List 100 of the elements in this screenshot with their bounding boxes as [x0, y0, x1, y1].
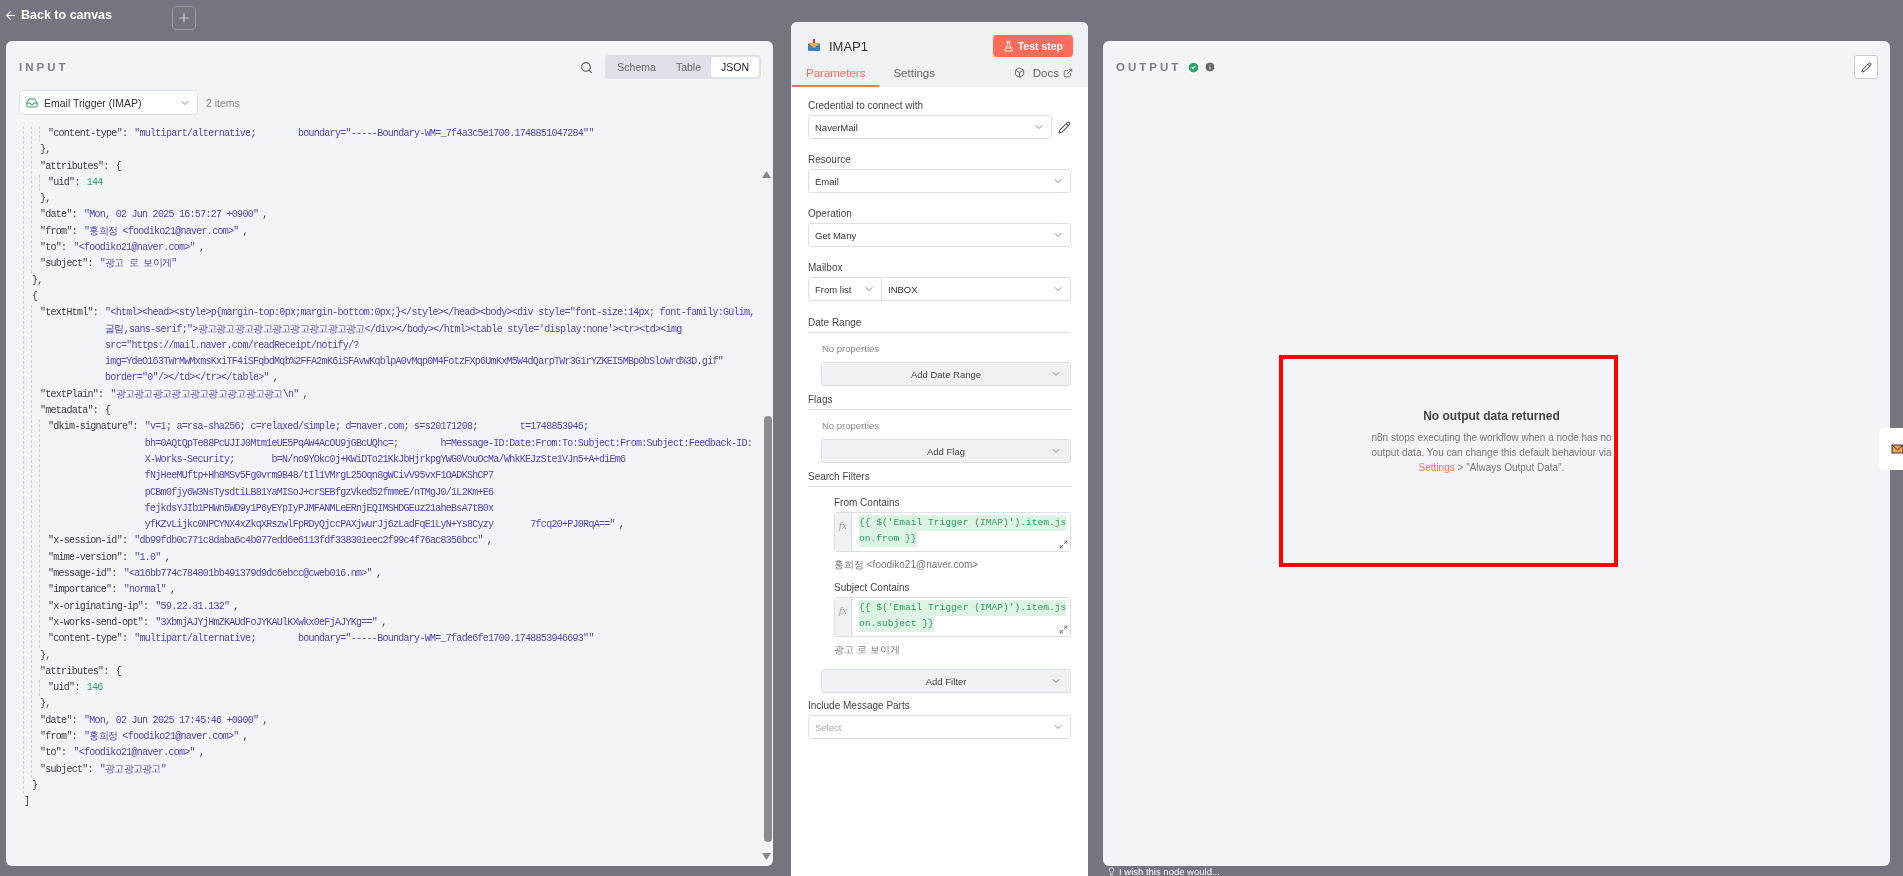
json-comma: ,: [198, 746, 205, 761]
pencil-icon: [1860, 61, 1872, 73]
json-value: "Mon, 02 Jun 2025 16:57:27 +0900": [83, 208, 259, 223]
section-label: Flags: [808, 394, 1071, 410]
view-tab[interactable]: JSON: [711, 57, 759, 77]
field-label: Subject Contains: [834, 582, 911, 593]
json-value: "59.22.31.132": [155, 599, 230, 614]
json-value: "홍희정 <foodiko21@naver.com>": [83, 730, 239, 744]
select-field[interactable]: From list: [808, 277, 882, 301]
json-value: "<html><head><style>p{margin-top:0px;margin-bottom:0px;}</style></head><body><div style="font-size:14px; font-family:Gulim,: [105, 306, 755, 321]
json-value: img=YdeO163TWrMwMxmsKxiTF4iSFqbdMqb%2FFA2mK6iSFAvwKqblpA0vMqp0M4FotzFXp6UmKxM5W4dQarpTWr3G1rYZKEI5MBp0bSloWrd%3D.gif": [105, 355, 723, 370]
json-key: "attributes":: [40, 663, 109, 681]
inbox-icon: [26, 96, 38, 109]
panel-title: INPUT: [19, 61, 69, 73]
select-field[interactable]: Email: [808, 169, 1071, 193]
panel-title: OUTPUT: [1116, 61, 1182, 73]
json-value: pCBm0fjy6W3NsTysdtiLB81YaMISoJ+crSEBfgzVked52fmmeE/nTMgJ0/1L2Km+E6: [144, 485, 494, 500]
expand-icon[interactable]: [1059, 540, 1068, 549]
json-bracket: },: [40, 697, 51, 712]
field-label: Mailbox: [808, 262, 844, 273]
source-select[interactable]: Email Trigger (IMAP): [19, 90, 198, 115]
cube-icon: [1013, 67, 1025, 78]
expression-text: on.from }}: [859, 531, 917, 547]
json-key: "to":: [40, 745, 67, 762]
json-value: "db99fdb0c771c8daba6c4b077edd6e6113fdf338301eec2f99c4f76ac8356bcc": [134, 534, 483, 549]
expression-field[interactable]: fx {{ $('Email Trigger (IMAP)').item.js on.from }}: [834, 512, 1071, 552]
json-bracket: },: [40, 143, 51, 158]
json-key: "textHtml":: [40, 305, 99, 387]
view-tab[interactable]: Table: [665, 57, 711, 77]
select-field[interactable]: Get Many: [808, 223, 1071, 247]
json-comma: ,: [169, 583, 176, 598]
add-button[interactable]: Add Flag: [821, 439, 1071, 463]
view-tab[interactable]: Schema: [607, 57, 666, 77]
json-comma: ,: [272, 371, 279, 386]
json-bracket: {: [115, 664, 121, 679]
json-key: "uid":: [48, 174, 80, 192]
scroll-up-icon[interactable]: [762, 171, 771, 178]
field-label: Include Message Parts: [808, 700, 911, 711]
empty-title: No output data returned: [1423, 408, 1560, 423]
json-key: "x-session-id":: [48, 533, 128, 550]
json-value: bh=0AQtQpTe88PcUJIJ0Mtm1eUE5PqAW4AcOU9jGBcUQhc=; h=Message-ID:Date:From:To:Subject:From:Subject:Feedback-ID:: [144, 436, 753, 451]
json-key: "uid":: [48, 680, 80, 697]
json-comma: ,: [262, 208, 268, 223]
info-icon: [1204, 61, 1217, 73]
json-key: "attributes":: [40, 158, 109, 175]
json-value: "광고 로 보이게": [99, 257, 177, 272]
feedback-hint[interactable]: I wish this node would...: [1119, 865, 1220, 876]
json-comma: ,: [486, 534, 493, 549]
json-bracket: },: [40, 648, 51, 663]
json-comma: ,: [302, 387, 308, 402]
json-comma: ,: [375, 567, 382, 581]
json-key: "dkim-signature":: [48, 419, 138, 534]
fx-label: fx: [835, 598, 852, 636]
preview-text: 광고 로 보이게: [834, 643, 901, 657]
json-value: "multipart/alternative; boundary="-----Boundary-WM=_7fade6fe1700.1748853946693"": [134, 632, 594, 647]
edit-icon[interactable]: [1058, 120, 1071, 134]
json-value: 146: [86, 681, 103, 696]
arrow-left-icon: [4, 8, 17, 22]
json-value: X-Works-Security; b=N/no9YOkc0j+KWiDTo21KkJbHjrkpgYWG0VouOcMa/WhkKEJzSte1VJn5+A+diEm6: [144, 452, 626, 467]
json-key: "x-originating-ip":: [48, 598, 149, 615]
json-value: "<a16bb774c784801bb491379d9dc6ebcc@cweb016.nm>": [123, 567, 372, 581]
scrollbar-thumb[interactable]: [764, 416, 772, 842]
field-label: Credential to connect with: [808, 100, 925, 111]
back-link[interactable]: Back to canvas: [4, 8, 113, 22]
json-value: "1.0": [134, 550, 161, 565]
json-key: "content-type":: [48, 631, 128, 648]
json-comma: ,: [381, 615, 387, 630]
side-tab[interactable]: [1879, 428, 1903, 470]
scroll-down-icon[interactable]: [762, 853, 771, 860]
json-key: "importance":: [48, 582, 117, 599]
json-key: "from":: [40, 729, 77, 746]
json-value: border="0"/></td></tr></table>": [105, 371, 269, 386]
mail-robot-icon: [807, 39, 821, 53]
empty-text: No properties: [822, 343, 881, 354]
select-field[interactable]: NaverMail: [808, 115, 1052, 139]
json-key: "subject":: [40, 256, 93, 273]
json-key: "mime-version":: [48, 549, 128, 566]
select-field[interactable]: INBOX: [882, 277, 1071, 301]
flask-icon: [1002, 40, 1014, 52]
edit-button[interactable]: [1854, 55, 1878, 79]
field-label: Operation: [808, 208, 853, 219]
search-icon[interactable]: [580, 60, 594, 74]
json-value: 굴림,sans-serif;">광고광고광고광고광고광고광고광고광고</div></body></html><table style='display:none'><tr><td><img: [105, 322, 682, 337]
add-button[interactable]: Add Filter: [821, 669, 1071, 693]
json-key: "date":: [40, 712, 77, 729]
docs-link[interactable]: Docs: [1032, 67, 1073, 87]
field-label: Resource: [808, 154, 852, 165]
json-bracket: },: [40, 192, 51, 207]
section-label: Date Range: [808, 317, 1071, 333]
json-key: "textPlain":: [40, 386, 104, 404]
expression-field[interactable]: fx {{ $('Email Trigger (IMAP)').item.js on.subject }}: [834, 597, 1071, 637]
json-value: yfKZvLijkc0NPCYNX4xZkqXRszwlFpRDyQjccPAXjwurJj6zLadFqE1LyN+Ys8Cyzy 7fcq20+PJ0RqA==": [144, 518, 615, 533]
json-key: "metadata":: [40, 403, 99, 420]
add-button[interactable]: Add Date Range: [821, 362, 1071, 386]
expand-icon[interactable]: [1059, 625, 1068, 634]
empty-message: n8n stops executing the workflow when a node has no output data. You can change this default behaviour via Settings > "Always Output Data".: [1370, 430, 1613, 475]
json-value: 144: [86, 175, 103, 190]
tab[interactable]: Settings: [879, 63, 949, 87]
node-title: IMAP1: [829, 38, 869, 54]
json-value: "normal": [123, 583, 166, 598]
